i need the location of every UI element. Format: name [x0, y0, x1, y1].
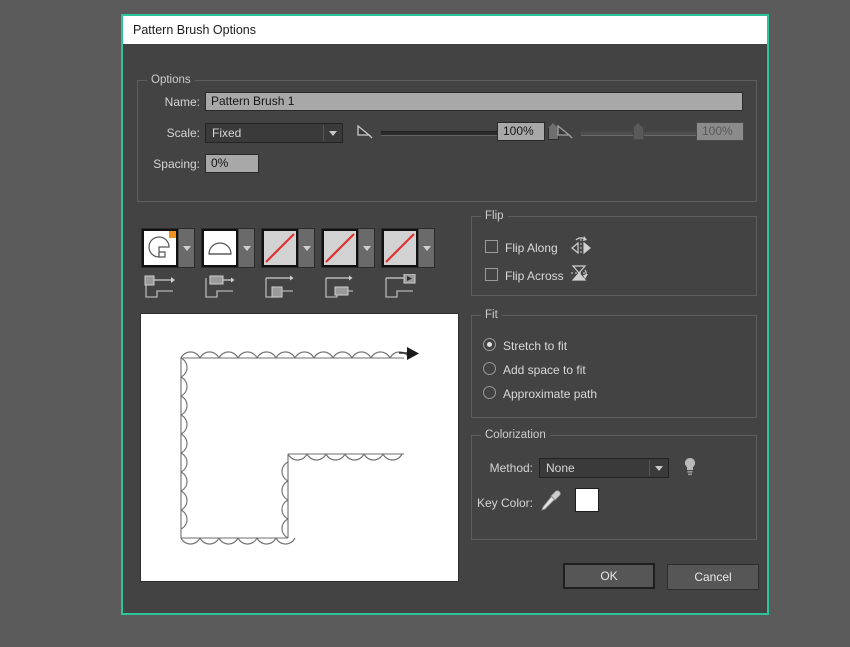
flip-along-label: Flip Along [505, 241, 558, 255]
chevron-down-icon[interactable] [419, 229, 434, 267]
fit-label-add-space-to-fit: Add space to fit [503, 363, 586, 377]
name-label: Name: [143, 93, 200, 111]
cancel-button[interactable]: Cancel [667, 564, 759, 590]
brush-preview [140, 313, 459, 582]
dialog-title: Pattern Brush Options [133, 23, 256, 37]
tile-swatch-end [382, 229, 418, 267]
chevron-down-icon[interactable] [299, 229, 314, 267]
scale-min-slider-track[interactable] [381, 131, 507, 136]
chevron-down-icon[interactable] [239, 229, 254, 267]
options-group-legend: Options [147, 74, 195, 86]
colorization-group-legend: Colorization [481, 429, 550, 441]
flip-group-legend: Flip [481, 210, 508, 222]
fit-group-legend: Fit [481, 309, 502, 321]
tile-button-end[interactable] [381, 228, 435, 268]
flip-along-icon [569, 234, 593, 256]
flip-across-checkbox[interactable] [485, 268, 498, 281]
chevron-down-icon [324, 131, 342, 136]
tile-selected-marker [169, 231, 176, 238]
tile-button-inner-corner[interactable] [261, 228, 315, 268]
flip-group: Flip [471, 216, 757, 296]
ok-button-label: OK [600, 569, 617, 583]
chevron-down-icon [650, 466, 668, 471]
chevron-down-icon[interactable] [179, 229, 194, 267]
method-label: Method: [463, 459, 533, 477]
fit-label-stretch-to-fit: Stretch to fit [503, 339, 567, 353]
tile-button-start[interactable] [321, 228, 375, 268]
fit-radio-approximate-path[interactable] [483, 386, 496, 399]
tile-position-outer-corner-icon [203, 274, 237, 302]
colorization-group: Colorization [471, 435, 757, 540]
name-input[interactable]: Pattern Brush 1 [205, 92, 743, 111]
tile-button-side[interactable] [141, 228, 195, 268]
flip-across-label: Flip Across [505, 269, 564, 283]
scale-min-input[interactable]: 100% [497, 122, 545, 141]
tile-position-end-icon [383, 274, 417, 302]
method-dropdown[interactable]: None [539, 458, 669, 478]
spacing-input[interactable]: 0% [205, 154, 259, 173]
tile-position-start-icon [323, 274, 357, 302]
key-color-swatch[interactable] [575, 488, 599, 512]
flip-along-checkbox[interactable] [485, 240, 498, 253]
tile-position-side-icon [143, 274, 177, 302]
scale-label: Scale: [143, 124, 200, 142]
scale-dropdown[interactable]: Fixed [205, 123, 343, 143]
tile-position-inner-corner-icon [263, 274, 297, 302]
method-dropdown-value: None [540, 459, 649, 477]
fit-radio-stretch-to-fit[interactable] [483, 338, 496, 351]
chevron-down-icon[interactable] [359, 229, 374, 267]
tile-button-outer-corner[interactable] [201, 228, 255, 268]
pattern-brush-options-dialog: Pattern Brush Options Options Name: Patt… [121, 14, 769, 615]
tile-swatch-outer-corner [202, 229, 238, 267]
scale-max-input[interactable]: 100% [696, 122, 744, 141]
key-color-label: Key Color: [456, 494, 533, 512]
dialog-body: Options Name: Pattern Brush 1 Scale: Fix… [123, 44, 767, 613]
scale-max-icon [553, 121, 579, 143]
flip-across-icon [569, 262, 593, 284]
lightbulb-icon[interactable] [681, 456, 699, 478]
tile-swatch-start [322, 229, 358, 267]
tile-swatch-side [142, 229, 178, 267]
ok-button[interactable]: OK [563, 563, 655, 589]
eyedropper-icon[interactable] [539, 488, 563, 514]
tile-swatch-inner-corner [262, 229, 298, 267]
spacing-label: Spacing: [137, 155, 200, 173]
fit-radio-add-space-to-fit[interactable] [483, 362, 496, 375]
cancel-button-label: Cancel [694, 570, 731, 584]
dialog-titlebar: Pattern Brush Options [123, 16, 767, 44]
scale-min-icon [353, 121, 379, 143]
scale-dropdown-value: Fixed [206, 124, 323, 142]
fit-label-approximate-path: Approximate path [503, 387, 597, 401]
scale-max-slider-knob[interactable] [633, 127, 644, 140]
